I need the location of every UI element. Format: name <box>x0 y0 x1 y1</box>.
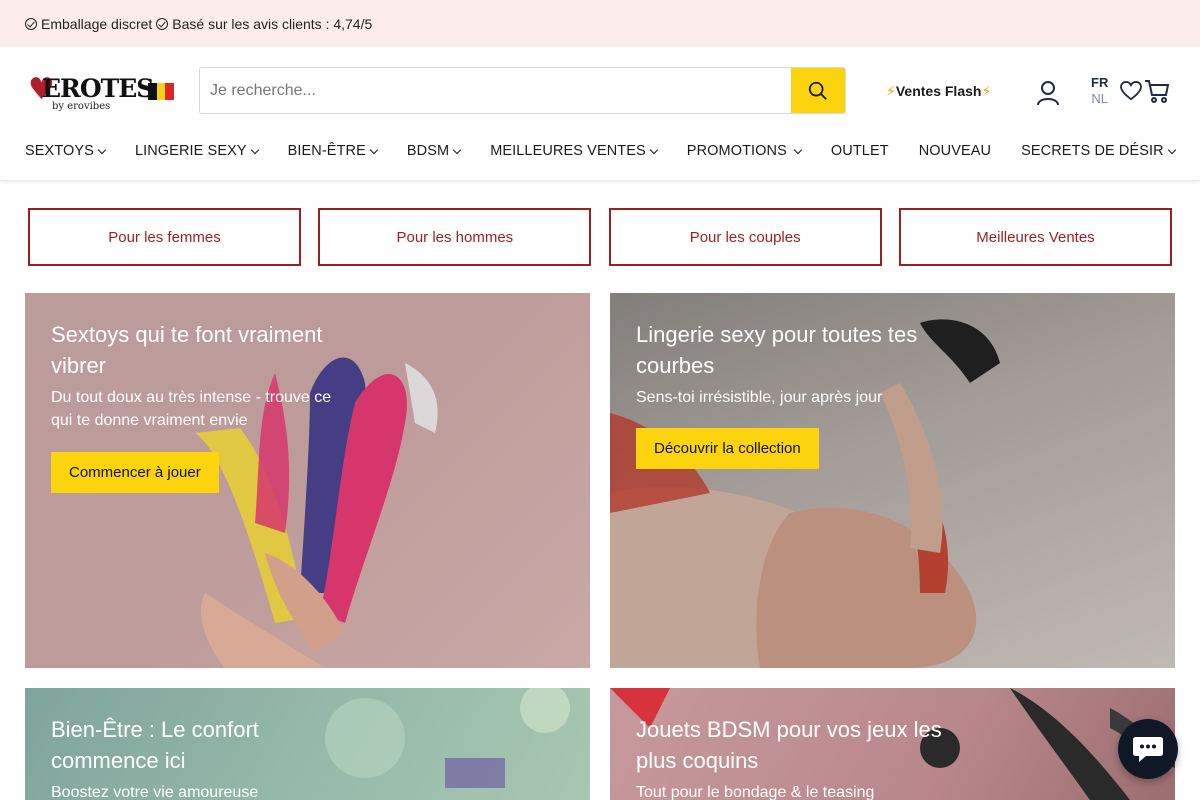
usp-discreet: Emballage discret <box>25 16 152 32</box>
lang-fr[interactable]: FR <box>1091 75 1108 91</box>
belgium-flag-icon <box>148 83 175 100</box>
category-links: Pour les femmes Pour les hommes Pour les… <box>28 208 1172 266</box>
lightning-icon: ⚡ <box>886 83 896 99</box>
language-switcher: FR NL <box>1091 75 1108 107</box>
lang-nl[interactable]: NL <box>1091 91 1108 107</box>
flash-sales-link[interactable]: ⚡Ventes Flash⚡ <box>886 83 991 100</box>
search-bar <box>199 67 846 114</box>
nav-item-label: LINGERIE SEXY <box>134 143 247 159</box>
chat-button[interactable] <box>1118 719 1178 779</box>
nav-item-label: OUTLET <box>830 143 889 159</box>
nav-item-outlet[interactable]: OUTLET <box>831 143 889 159</box>
nav-item-label: SEXTOYS <box>25 143 94 159</box>
nav-item-bdsm[interactable]: BDSM <box>406 143 462 159</box>
tile-title: Lingerie sexy pour toutes tes courbes <box>636 322 918 378</box>
nav-item-lingerie[interactable]: LINGERIE SEXY <box>134 143 259 159</box>
logo-subtitle: by erovibes <box>52 101 111 112</box>
nav-item-bestsellers[interactable]: MEILLEURES VENTES <box>490 143 659 159</box>
nav-item-promotions[interactable]: PROMOTIONS <box>686 143 803 159</box>
promo-tile-sextoys[interactable]: Sextoys qui te font vraiment vibrer Du t… <box>25 293 590 668</box>
search-input[interactable] <box>200 68 793 113</box>
nav-item-label: MEILLEURES VENTES <box>490 143 646 159</box>
account-icon <box>1037 81 1059 106</box>
cart-button[interactable] <box>1144 78 1170 104</box>
tile-title: Bien-Être : Le confort commence ici <box>51 717 259 773</box>
chevron-down-icon <box>1167 145 1176 154</box>
tile-subtitle: Boostez votre vie amoureuse <box>51 784 259 800</box>
nav-item-wellbeing[interactable]: BIEN-ÊTRE <box>287 143 379 159</box>
category-bestsellers-button[interactable]: Meilleures Ventes <box>898 208 1172 266</box>
account-button[interactable] <box>1035 79 1061 107</box>
start-playing-button[interactable]: Commencer à jouer <box>51 452 219 493</box>
lightning-icon: ⚡ <box>981 83 992 99</box>
chevron-down-icon <box>452 145 462 154</box>
nav-item-label: NOUVEAU <box>918 143 992 159</box>
search-button[interactable] <box>791 68 845 113</box>
cart-icon <box>1145 80 1170 103</box>
logo[interactable]: ♥ EROTES by erovibes <box>28 73 154 112</box>
chat-icon <box>1133 737 1163 762</box>
tile-title: Jouets BDSM pour vos jeux les plus coqui… <box>636 717 942 773</box>
category-couples-button[interactable]: Pour les couples <box>608 208 882 266</box>
chevron-down-icon <box>793 145 803 154</box>
nav-item-label: PROMOTIONS <box>686 143 787 159</box>
nav-item-sextoys[interactable]: SEXTOYS <box>25 143 107 159</box>
promo-tile-bdsm[interactable]: Jouets BDSM pour vos jeux les plus coqui… <box>610 688 1175 800</box>
discover-collection-button[interactable]: Découvrir la collection <box>636 428 819 469</box>
nav-item-secrets[interactable]: SECRETS DE DÉSIR <box>1021 143 1176 159</box>
nav-item-label: SECRETS DE DÉSIR <box>1021 143 1164 159</box>
check-circle-icon <box>25 17 37 30</box>
nav-item-new[interactable]: NOUVEAU <box>919 143 991 159</box>
usp-reviews-label: Basé sur les avis clients : 4,74/5 <box>172 15 373 32</box>
chevron-down-icon <box>250 145 259 154</box>
chevron-down-icon <box>649 145 659 154</box>
heart-icon <box>1120 81 1142 101</box>
flash-sales-label: Ventes Flash <box>895 83 982 99</box>
category-men-button[interactable]: Pour les hommes <box>318 208 592 266</box>
tile-subtitle: Sens-toi irrésistible, jour après jour <box>636 389 883 406</box>
chevron-down-icon <box>369 145 379 154</box>
promo-tile-lingerie[interactable]: Lingerie sexy pour toutes tes courbes Se… <box>610 293 1175 668</box>
nav-item-label: BIEN-ÊTRE <box>287 143 366 159</box>
check-circle-icon <box>156 17 169 30</box>
site-header: ♥ EROTES by erovibes ⚡Ventes Flash⚡ FR N… <box>0 47 1200 181</box>
tile-subtitle: Du tout doux au très intense - trouve ce… <box>51 389 332 429</box>
wishlist-button[interactable] <box>1120 80 1142 102</box>
tile-title: Sextoys qui te font vraiment vibrer <box>51 322 323 378</box>
logo-text: EROTES <box>42 74 154 103</box>
search-icon <box>808 81 827 100</box>
chevron-down-icon <box>97 145 107 154</box>
promo-tile-wellbeing[interactable]: Bien-Être : Le confort commence ici Boos… <box>25 688 590 800</box>
category-women-button[interactable]: Pour les femmes <box>28 208 301 266</box>
tile-subtitle: Tout pour le bondage & le teasing <box>636 784 875 800</box>
usp-bar: Emballage discret Basé sur les avis clie… <box>0 0 1200 47</box>
usp-reviews: Basé sur les avis clients : 4,74/5 <box>156 16 372 32</box>
main-nav: SEXTOYS LINGERIE SEXY BIEN-ÊTRE BDSM MEI… <box>25 143 1176 159</box>
nav-item-label: BDSM <box>406 143 450 159</box>
usp-discreet-label: Emballage discret <box>41 15 153 32</box>
